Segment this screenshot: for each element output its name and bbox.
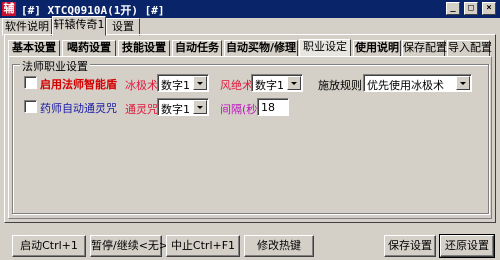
wind-select-value: 数字1: [255, 79, 284, 92]
close-button[interactable]: ×: [482, 2, 496, 15]
edit-hotkey-button[interactable]: 修改热键: [244, 235, 314, 257]
tab-xuanyuan[interactable]: 轩辕传奇1: [52, 16, 106, 36]
subtab-skill[interactable]: 技能设置: [118, 40, 170, 57]
chevron-down-icon[interactable]: [193, 100, 207, 114]
pause-resume-button[interactable]: 暂停/继续<无>: [90, 235, 168, 257]
chevron-down-icon[interactable]: [193, 76, 207, 90]
subtab-auto-task[interactable]: 自动任务: [172, 40, 222, 57]
cast-rule-select[interactable]: 优先使用冰极术: [363, 74, 472, 92]
spirit-spell-select[interactable]: 数字1: [157, 98, 209, 116]
subtab-job-settings[interactable]: 职业设定: [299, 39, 351, 57]
smart-shield-label: 启用法师智能盾: [40, 78, 117, 91]
cast-rule-value: 优先使用冰极术: [367, 79, 444, 92]
subtab-potion[interactable]: 喝药设置: [62, 40, 116, 57]
ice-label: 冰极术: [125, 79, 158, 92]
wind-select[interactable]: 数字1: [251, 74, 303, 92]
app-icon: 辅: [2, 2, 16, 16]
chevron-down-icon[interactable]: [456, 76, 470, 90]
subtab-save-config[interactable]: 保存配置: [402, 40, 447, 57]
stop-button[interactable]: 中止Ctrl+F1: [166, 235, 240, 257]
maximize-button[interactable]: □: [464, 2, 478, 15]
spirit-spell-label: 通灵咒: [125, 103, 158, 116]
spirit-spell-value: 数字1: [161, 103, 190, 116]
start-button[interactable]: 启动Ctrl+1: [12, 235, 86, 257]
auto-spirit-checkbox[interactable]: [24, 100, 37, 113]
ice-select-value: 数字1: [161, 79, 190, 92]
chevron-down-icon[interactable]: [287, 76, 301, 90]
subtab-usage[interactable]: 使用说明: [353, 40, 401, 57]
subtab-import-config[interactable]: 导入配置: [447, 40, 492, 57]
subtab-basic[interactable]: 基本设置: [8, 40, 60, 57]
save-settings-button[interactable]: 保存设置: [384, 235, 436, 257]
interval-input[interactable]: 18: [257, 98, 289, 116]
restore-settings-button[interactable]: 还原设置: [439, 234, 495, 258]
wind-label: 风绝术: [220, 79, 253, 92]
ice-select[interactable]: 数字1: [157, 74, 209, 92]
minimize-button[interactable]: _: [446, 2, 460, 15]
interval-label: 间隔(秒): [220, 103, 262, 116]
group-title: 法师职业设置: [20, 58, 90, 74]
cast-rule-label: 施放规则: [318, 79, 362, 92]
smart-shield-checkbox[interactable]: [24, 76, 37, 89]
subtab-auto-buy-repair[interactable]: 自动买物/修理: [224, 40, 298, 57]
auto-spirit-label: 药师自动通灵咒: [40, 102, 117, 115]
